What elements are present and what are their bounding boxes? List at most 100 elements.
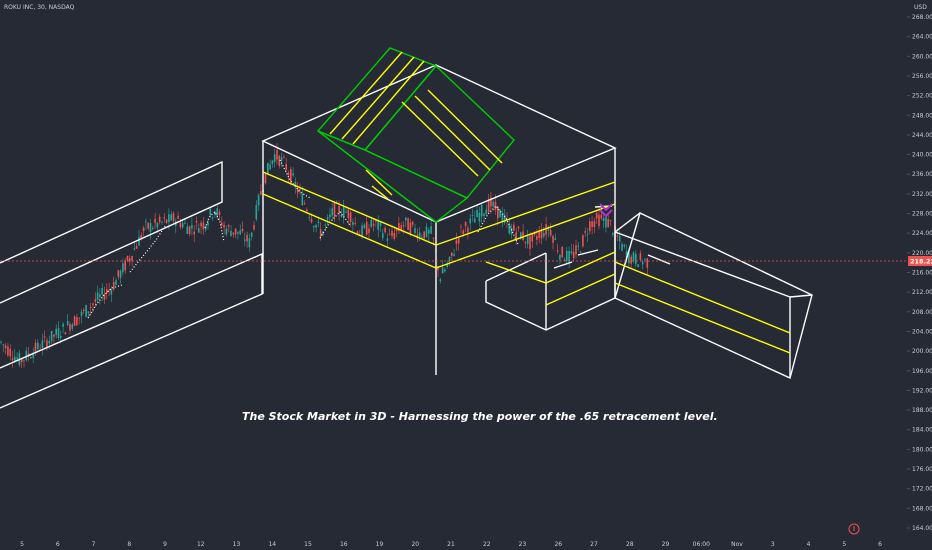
- candle-body: [71, 324, 74, 329]
- candle-body: [485, 209, 488, 215]
- candle-body: [131, 256, 133, 261]
- price-tick-label: 200.00: [912, 348, 932, 355]
- candle-body: [85, 305, 87, 317]
- candle-body: [572, 251, 575, 259]
- candle-body: [444, 269, 446, 272]
- candle-body: [149, 223, 152, 232]
- candle-body: [55, 328, 57, 335]
- time-tick-label: 9: [163, 541, 167, 548]
- candle-body: [83, 309, 85, 311]
- candle-body: [237, 231, 239, 234]
- time-tick-label: 4: [807, 541, 811, 548]
- candle-body: [310, 218, 313, 223]
- candle-body: [632, 252, 635, 262]
- time-tick-label: 15: [304, 541, 312, 548]
- candle-body: [480, 205, 483, 217]
- price-tick-label: 220.00: [912, 250, 932, 257]
- candle-body: [379, 222, 382, 227]
- candle-body: [368, 228, 370, 233]
- candle-body: [152, 227, 154, 229]
- candle-body: [57, 328, 60, 338]
- candle-body: [287, 172, 290, 175]
- candle-body: [168, 214, 170, 223]
- candle-body: [414, 228, 416, 234]
- time-tick-label: 28: [626, 541, 634, 548]
- candle-body: [308, 216, 310, 218]
- candle-body: [188, 226, 191, 234]
- candle-body: [421, 236, 423, 238]
- time-tick-label: 29: [662, 541, 670, 548]
- candle-body: [547, 228, 550, 231]
- candle-body: [402, 225, 405, 227]
- candle-body: [595, 213, 598, 219]
- candle-body: [451, 252, 453, 256]
- time-tick-label: 21: [447, 541, 455, 548]
- candle-body: [349, 212, 352, 222]
- candle-body: [538, 232, 540, 238]
- candle-body: [43, 336, 46, 338]
- candle-body: [253, 225, 255, 230]
- candle-body: [264, 173, 267, 184]
- candle-body: [156, 223, 159, 228]
- candle-body: [246, 234, 248, 242]
- candle-body: [637, 264, 639, 268]
- candle-body: [467, 227, 469, 233]
- time-tick-label: 6: [56, 541, 60, 548]
- candle-body: [522, 231, 524, 240]
- candle-body: [607, 218, 609, 228]
- candle-body: [306, 209, 308, 212]
- candle-body: [170, 214, 172, 221]
- candle-body: [423, 231, 425, 239]
- candle-body: [255, 205, 258, 220]
- candle-body: [53, 334, 55, 337]
- candle-body: [577, 245, 580, 247]
- candle-body: [641, 261, 644, 265]
- candle-body: [271, 160, 274, 164]
- candle-body: [138, 236, 140, 246]
- candle-body: [455, 240, 458, 244]
- candle-body: [554, 238, 557, 240]
- candle-body: [315, 224, 317, 228]
- candle-body: [591, 221, 593, 227]
- svg-text:218.22: 218.22: [910, 258, 932, 266]
- price-tick-label: 168.00: [912, 505, 932, 512]
- time-tick-label: 19: [376, 541, 384, 548]
- time-tick-label: 13: [233, 541, 241, 548]
- candle-body: [126, 256, 129, 261]
- price-tick-label: 176.00: [912, 466, 932, 473]
- candle-body: [60, 336, 62, 338]
- candle-body: [363, 224, 366, 228]
- candle-body: [119, 270, 122, 278]
- candle-body: [441, 267, 444, 274]
- candle-body: [347, 209, 350, 218]
- candle-body: [221, 222, 223, 226]
- candle-body: [154, 218, 156, 224]
- chart-canvas[interactable]: 164.00 168.00 172.00 176.00 180.00 184.00 188.…: [0, 0, 932, 550]
- candle-body: [556, 250, 559, 252]
- candle-body: [561, 247, 563, 258]
- time-tick-label: Nov: [731, 541, 743, 548]
- candle-body: [405, 217, 407, 221]
- candle-body: [469, 218, 471, 224]
- candle-body: [354, 223, 356, 224]
- candle-body: [230, 230, 232, 237]
- candle-body: [62, 323, 64, 327]
- candle-body: [244, 239, 246, 241]
- candle-body: [411, 221, 414, 225]
- candle-body: [64, 332, 67, 335]
- candle-body: [499, 209, 501, 218]
- candle-body: [89, 307, 92, 308]
- price-tick-label: 252.00: [912, 93, 932, 100]
- candle-body: [280, 157, 283, 161]
- candle-body: [384, 227, 386, 233]
- candle-body: [559, 255, 561, 260]
- candle-body: [0, 341, 2, 343]
- candle-body: [9, 348, 11, 357]
- candle-body: [517, 226, 520, 229]
- candle-body: [331, 208, 333, 216]
- candle-body: [92, 303, 94, 306]
- candle-body: [177, 215, 179, 219]
- candle-body: [145, 221, 147, 223]
- time-tick-label: 7: [92, 541, 96, 548]
- candle-body: [460, 226, 462, 228]
